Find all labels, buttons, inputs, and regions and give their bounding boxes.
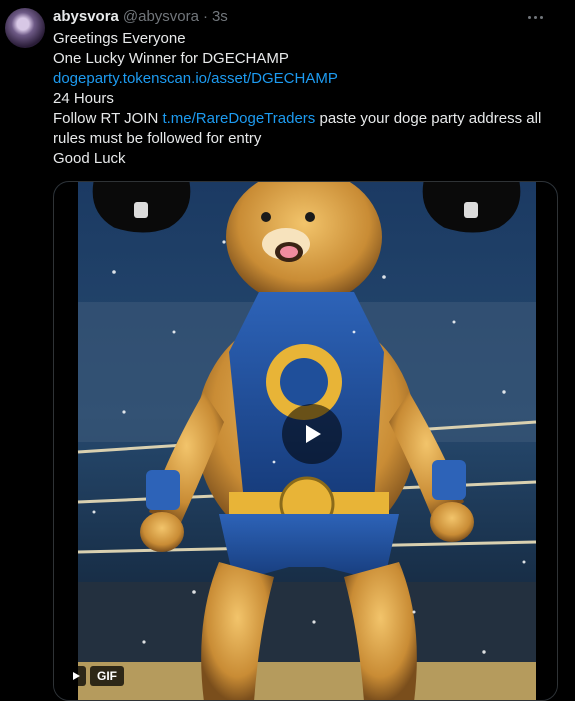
tweet-header: abysvora @abysvora · 3s	[53, 8, 228, 28]
text-line: Good Luck	[53, 150, 126, 167]
play-icon[interactable]	[282, 404, 342, 464]
gif-badge: GIF	[90, 666, 124, 686]
avatar[interactable]	[5, 8, 45, 48]
telegram-link[interactable]: t.me/RareDogeTraders	[162, 110, 315, 127]
author-handle[interactable]: @abysvora	[123, 8, 199, 25]
text-line: Greetings Everyone	[53, 30, 186, 47]
gif-controls: GIF	[66, 666, 124, 686]
separator: ·	[202, 8, 208, 25]
text-line: One Lucky Winner for DGECHAMP	[53, 50, 289, 67]
gif-play-icon[interactable]	[66, 666, 86, 686]
tweet-text: Greetings Everyone One Lucky Winner for …	[53, 29, 558, 169]
gif-media[interactable]: GIF	[53, 181, 558, 701]
author-name[interactable]: abysvora	[53, 8, 119, 25]
text-fragment: Follow RT JOIN	[53, 110, 163, 127]
more-icon[interactable]	[520, 2, 550, 32]
timestamp[interactable]: 3s	[212, 8, 228, 25]
text-line: 24 Hours	[53, 90, 114, 107]
asset-link[interactable]: dogeparty.tokenscan.io/asset/DGECHAMP	[53, 70, 338, 87]
tweet[interactable]: abysvora @abysvora · 3s Greetings Everyo…	[0, 0, 575, 701]
